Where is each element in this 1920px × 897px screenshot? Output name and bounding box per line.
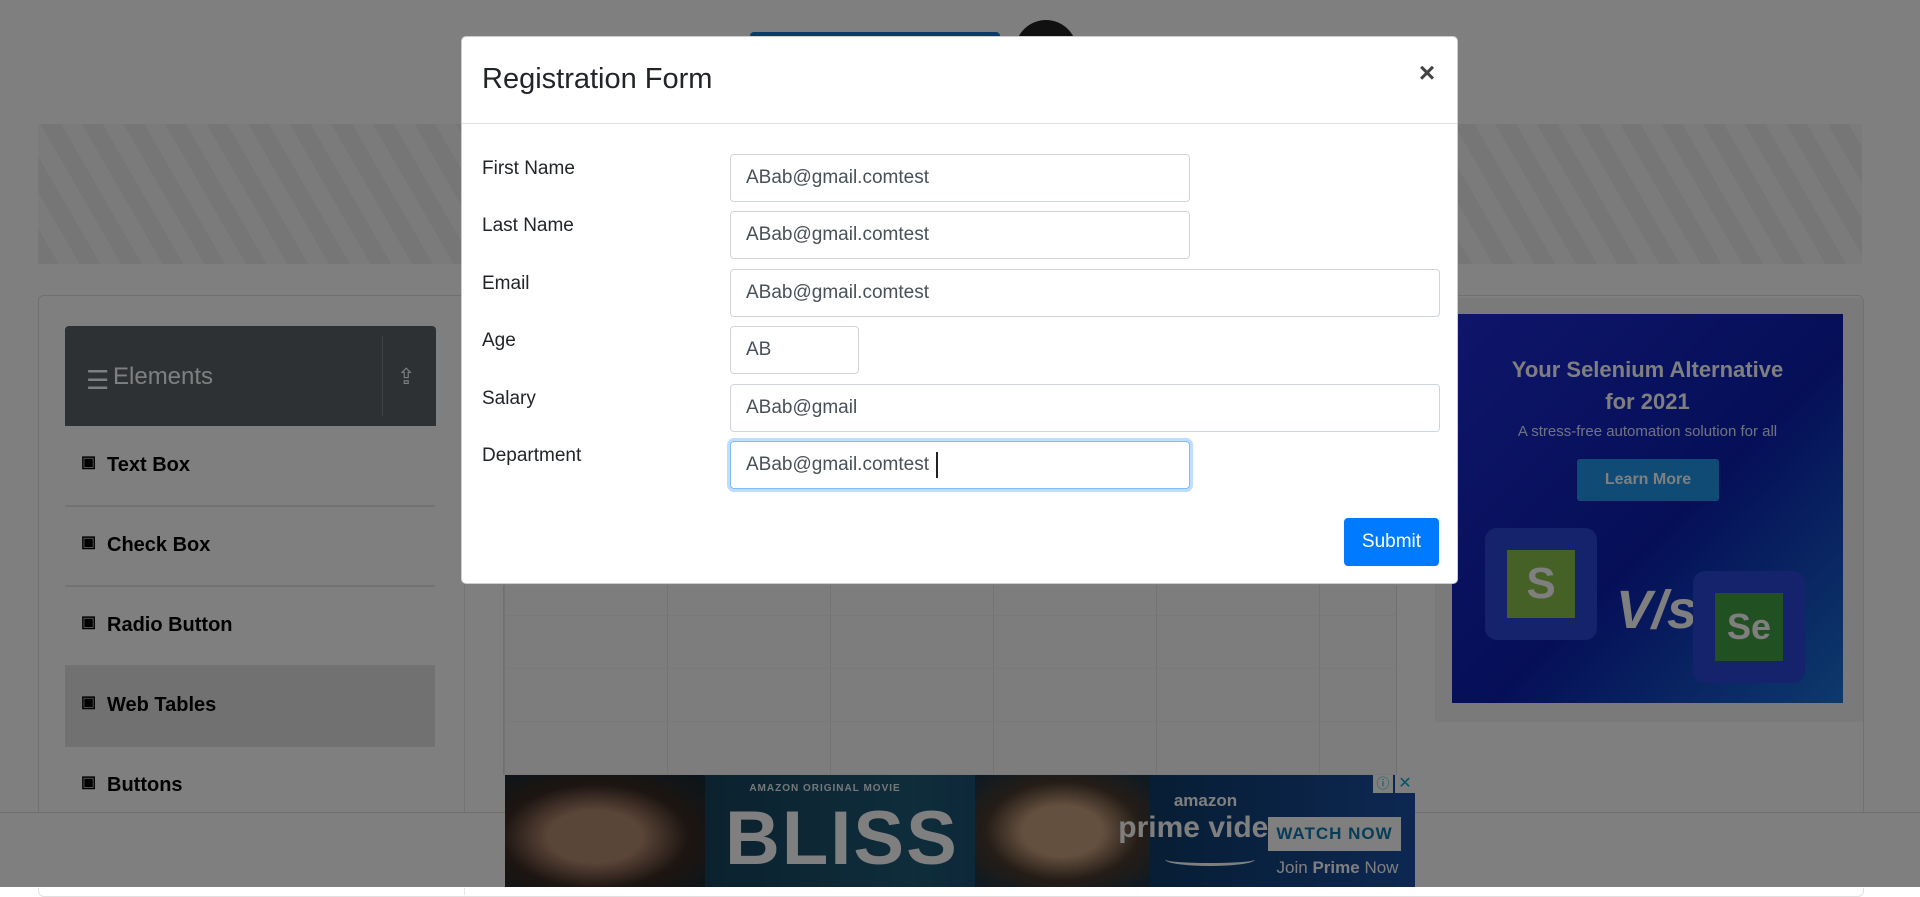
department-input[interactable]	[730, 441, 1190, 489]
registration-form-modal: Registration Form × First Name Last Name…	[461, 36, 1458, 584]
email-label: Email	[482, 273, 530, 294]
first-name-label: First Name	[482, 158, 575, 179]
submit-button[interactable]: Submit	[1344, 518, 1439, 566]
modal-header: Registration Form ×	[462, 37, 1457, 124]
department-label: Department	[482, 445, 582, 466]
text-caret	[936, 452, 938, 478]
age-input[interactable]	[730, 326, 859, 374]
salary-input[interactable]	[730, 384, 1440, 432]
salary-label: Salary	[482, 388, 536, 409]
close-icon[interactable]: ×	[1412, 59, 1442, 89]
last-name-label: Last Name	[482, 215, 574, 236]
first-name-input[interactable]	[730, 154, 1190, 202]
last-name-input[interactable]	[730, 211, 1190, 259]
email-input[interactable]	[730, 269, 1440, 317]
age-label: Age	[482, 330, 516, 351]
modal-title: Registration Form	[482, 63, 713, 95]
